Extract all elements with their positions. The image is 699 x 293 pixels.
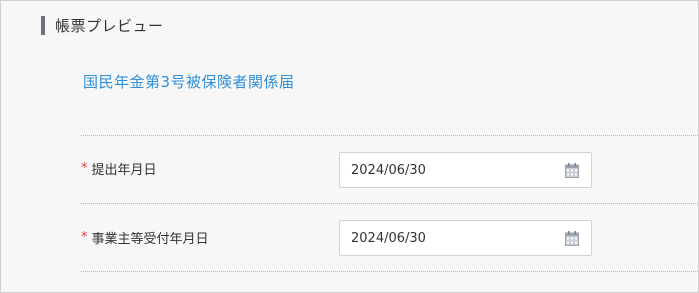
- submission-date-input[interactable]: [351, 162, 551, 178]
- receipt-date-label: * 事業主等受付年月日: [81, 228, 209, 247]
- submission-date-field[interactable]: [339, 152, 592, 188]
- required-mark: *: [81, 161, 88, 176]
- divider: [81, 135, 698, 136]
- section-accent-bar: [41, 16, 45, 35]
- section-header: 帳票プレビュー: [41, 15, 164, 36]
- submission-date-label-text: 提出年月日: [91, 163, 157, 178]
- required-mark: *: [81, 230, 88, 245]
- divider: [81, 271, 698, 272]
- form-name-link[interactable]: 国民年金第3号被保険者関係届: [83, 71, 295, 92]
- calendar-icon[interactable]: [565, 231, 579, 246]
- section-title: 帳票プレビュー: [55, 17, 164, 35]
- receipt-date-input[interactable]: [351, 230, 551, 246]
- calendar-icon[interactable]: [565, 163, 579, 178]
- receipt-date-field[interactable]: [339, 220, 592, 256]
- submission-date-label: * 提出年月日: [81, 159, 157, 178]
- preview-panel: 帳票プレビュー 国民年金第3号被保険者関係届 * 提出年月日 * 事業主: [0, 0, 699, 293]
- divider: [81, 203, 698, 204]
- receipt-date-label-text: 事業主等受付年月日: [91, 232, 209, 247]
